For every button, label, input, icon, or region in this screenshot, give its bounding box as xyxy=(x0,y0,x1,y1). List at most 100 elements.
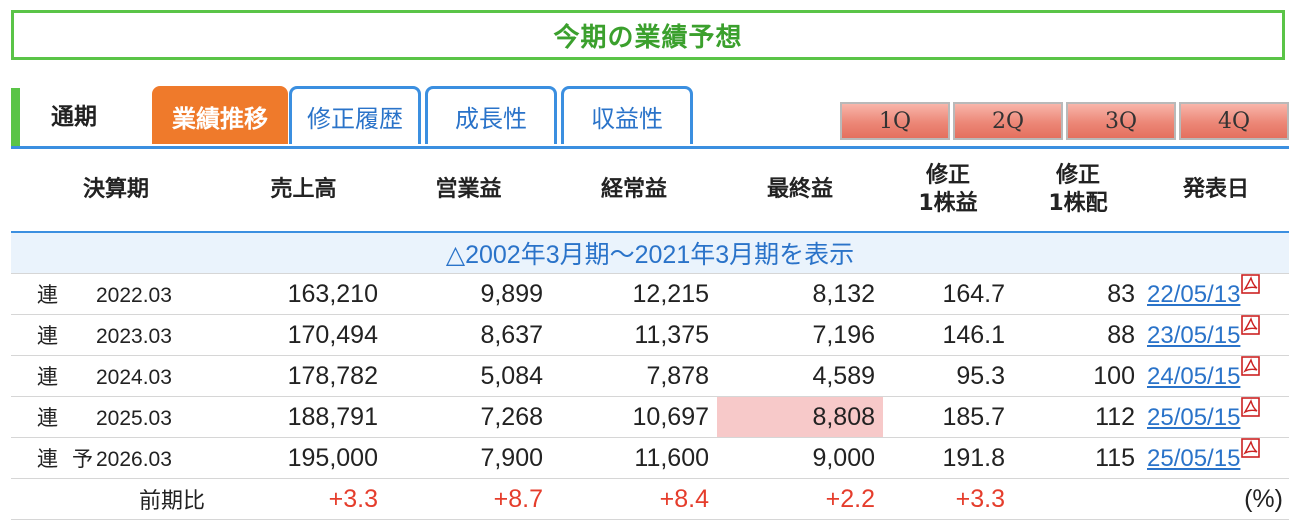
period-value: 2025.03 xyxy=(96,407,172,430)
consolidated-flag: 連 xyxy=(37,406,58,430)
cell-operating: 7,268 xyxy=(386,396,551,438)
header-dps: 修正 1株配 xyxy=(1013,149,1143,233)
header-ordinary-profit: 経常益 xyxy=(551,149,717,233)
tab-growth[interactable]: 成長性 xyxy=(425,86,557,144)
announce-date-link[interactable]: 25/05/15 xyxy=(1147,445,1240,472)
ratio-operating: +8.7 xyxy=(386,478,551,520)
tab-bar-accent xyxy=(11,88,20,146)
pdf-icon[interactable] xyxy=(1241,356,1261,376)
forecast-flag: 予 xyxy=(72,447,93,471)
quarter-button-2q[interactable]: 2Q xyxy=(953,102,1063,140)
expand-history-link[interactable]: △2002年3月期～2021年3月期を表示 xyxy=(11,232,1289,274)
period-value: 2026.03 xyxy=(96,448,172,471)
row-type: 連 2024.03 xyxy=(11,355,221,397)
cell-announce-date: 25/05/15 xyxy=(1143,437,1289,479)
quarter-buttons: 1Q 2Q 3Q 4Q xyxy=(840,102,1289,140)
pdf-icon[interactable] xyxy=(1241,397,1261,417)
cell-ordinary: 7,878 xyxy=(551,355,717,397)
cell-net: 8,132 xyxy=(717,273,883,315)
cell-operating: 9,899 xyxy=(386,273,551,315)
cell-net: 4,589 xyxy=(717,355,883,397)
row-type: 連 2023.03 xyxy=(11,314,221,356)
cell-eps: 164.7 xyxy=(883,273,1013,315)
cell-eps: 146.1 xyxy=(883,314,1013,356)
cell-eps: 95.3 xyxy=(883,355,1013,397)
cell-net: 9,000 xyxy=(717,437,883,479)
cell-sales: 188,791 xyxy=(221,396,386,438)
announce-date-link[interactable]: 25/05/15 xyxy=(1147,404,1240,431)
cell-net: 8,808 xyxy=(717,396,883,438)
tab-static-annual: 通期 xyxy=(51,104,97,130)
consolidated-flag: 連 xyxy=(37,324,58,348)
cell-dps: 112 xyxy=(1013,396,1143,438)
cell-dps: 115 xyxy=(1013,437,1143,479)
consolidated-flag: 連 xyxy=(37,283,58,307)
period-value: 2022.03 xyxy=(96,284,172,307)
pdf-icon[interactable] xyxy=(1241,274,1261,294)
row-type: 連予 2026.03 xyxy=(11,437,221,479)
tab-performance-history[interactable]: 業績推移 xyxy=(152,86,288,144)
cell-sales: 195,000 xyxy=(221,437,386,479)
cell-dps: 100 xyxy=(1013,355,1143,397)
ratio-dps-empty xyxy=(1013,478,1143,520)
pdf-icon[interactable] xyxy=(1241,438,1261,458)
cell-operating: 8,637 xyxy=(386,314,551,356)
cell-announce-date: 24/05/15 xyxy=(1143,355,1289,397)
cell-announce-date: 23/05/15 xyxy=(1143,314,1289,356)
ratio-eps: +3.3 xyxy=(883,478,1013,520)
cell-sales: 170,494 xyxy=(221,314,386,356)
header-eps: 修正 1株益 xyxy=(883,149,1013,233)
ratio-net: +2.2 xyxy=(717,478,883,520)
header-net-profit: 最終益 xyxy=(717,149,883,233)
ratio-sales: +3.3 xyxy=(221,478,386,520)
cell-dps: 88 xyxy=(1013,314,1143,356)
header-operating-profit: 営業益 xyxy=(386,149,551,233)
tab-revision-history[interactable]: 修正履歴 xyxy=(289,86,421,144)
row-type: 連 2022.03 xyxy=(11,273,221,315)
consolidated-flag: 連 xyxy=(37,365,58,389)
table-row: 連 2024.03 178,782 5,084 7,878 4,589 95.3 100 24/… xyxy=(11,355,1289,397)
period-value: 2024.03 xyxy=(96,366,172,389)
announce-date-link[interactable]: 24/05/15 xyxy=(1147,363,1240,390)
quarter-button-4q[interactable]: 4Q xyxy=(1179,102,1289,140)
tab-bar: 通期 業績推移 修正履歴 成長性 収益性 1Q 2Q 3Q 4Q xyxy=(11,84,1289,146)
cell-ordinary: 11,600 xyxy=(551,437,717,479)
tab-profitability[interactable]: 収益性 xyxy=(561,86,693,144)
period-value: 2023.03 xyxy=(96,325,172,348)
cell-net: 7,196 xyxy=(717,314,883,356)
cell-operating: 7,900 xyxy=(386,437,551,479)
consolidated-flag: 連 xyxy=(37,447,58,471)
ratio-label: 前期比 xyxy=(11,478,221,520)
announce-date-link[interactable]: 22/05/13 xyxy=(1147,281,1240,308)
cell-announce-date: 22/05/13 xyxy=(1143,273,1289,315)
ratio-ordinary: +8.4 xyxy=(551,478,717,520)
table-row: 連 2022.03 163,210 9,899 12,215 8,132 164.7 83 22… xyxy=(11,273,1289,315)
cell-eps: 185.7 xyxy=(883,396,1013,438)
expand-row: △2002年3月期～2021年3月期を表示 xyxy=(11,232,1289,274)
quarter-button-3q[interactable]: 3Q xyxy=(1066,102,1176,140)
cell-sales: 163,210 xyxy=(221,273,386,315)
performance-table: 決算期 売上高 営業益 経常益 最終益 修正 1株益 修正 1株配 発表日 △2… xyxy=(11,149,1289,520)
quarter-button-1q[interactable]: 1Q xyxy=(840,102,950,140)
cell-operating: 5,084 xyxy=(386,355,551,397)
table-row: 連 2025.03 188,791 7,268 10,697 8,808 185.7 112 2… xyxy=(11,396,1289,438)
ratio-row: 前期比 +3.3 +8.7 +8.4 +2.2 +3.3 (%) xyxy=(11,478,1289,520)
cell-dps: 83 xyxy=(1013,273,1143,315)
cell-ordinary: 10,697 xyxy=(551,396,717,438)
announce-date-link[interactable]: 23/05/15 xyxy=(1147,322,1240,349)
cell-eps: 191.8 xyxy=(883,437,1013,479)
section-title: 今期の業績予想 xyxy=(11,10,1285,60)
table-row: 連予 2026.03 195,000 7,900 11,600 9,000 191.8 115… xyxy=(11,437,1289,479)
table-header-row: 決算期 売上高 営業益 経常益 最終益 修正 1株益 修正 1株配 発表日 xyxy=(11,149,1289,233)
cell-ordinary: 12,215 xyxy=(551,273,717,315)
header-sales: 売上高 xyxy=(221,149,386,233)
pdf-icon[interactable] xyxy=(1241,315,1261,335)
cell-sales: 178,782 xyxy=(221,355,386,397)
ratio-unit: (%) xyxy=(1143,478,1289,520)
header-period: 決算期 xyxy=(11,149,221,233)
table-row: 連 2023.03 170,494 8,637 11,375 7,196 146.1 88 23… xyxy=(11,314,1289,356)
cell-ordinary: 11,375 xyxy=(551,314,717,356)
header-announce-date: 発表日 xyxy=(1143,149,1289,233)
row-type: 連 2025.03 xyxy=(11,396,221,438)
cell-announce-date: 25/05/15 xyxy=(1143,396,1289,438)
